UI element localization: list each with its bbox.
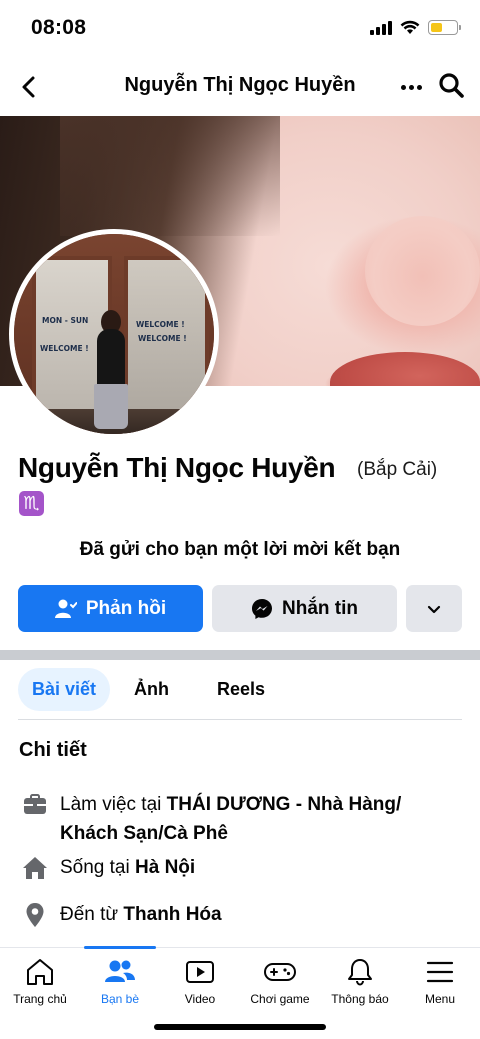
detail-lives: Sống tại Hà Nội xyxy=(22,853,195,882)
scorpio-icon: ♏ xyxy=(19,491,44,516)
wifi-icon xyxy=(400,20,420,34)
friends-icon xyxy=(105,960,135,982)
avatar-sign: WELCOME ! xyxy=(136,320,185,329)
bell-icon xyxy=(348,959,372,986)
alternate-name: (Bắp Cải) xyxy=(357,459,438,480)
location-pin-icon xyxy=(26,903,44,927)
nav-home[interactable]: Trang chủ xyxy=(0,948,80,1018)
more-horizontal-icon[interactable] xyxy=(396,72,426,102)
tab-reels[interactable]: Reels xyxy=(203,668,279,711)
nav-label: Video xyxy=(184,992,216,1006)
messenger-icon xyxy=(252,598,272,619)
nav-gaming[interactable]: Chơi game xyxy=(240,948,320,1018)
section-divider xyxy=(0,650,480,660)
nav-friends[interactable]: Bạn bè xyxy=(80,948,160,1018)
message-label: Nhắn tin xyxy=(282,597,358,619)
respond-label: Phản hồi xyxy=(85,597,167,619)
work-prefix: Làm việc tại xyxy=(60,794,167,815)
nav-video[interactable]: Video xyxy=(160,948,240,1018)
nav-label: Menu xyxy=(424,992,456,1006)
home-icon xyxy=(27,959,53,985)
status-time: 08:08 xyxy=(31,16,87,39)
lives-place[interactable]: Hà Nội xyxy=(135,857,195,878)
lives-prefix: Sống tại xyxy=(60,857,135,878)
from-place[interactable]: Thanh Hóa xyxy=(123,904,221,925)
nav-label: Chơi game xyxy=(250,992,310,1006)
details-title: Chi tiết xyxy=(19,739,87,761)
battery-icon xyxy=(428,20,461,35)
nav-label: Bạn bè xyxy=(100,992,140,1006)
signal-icon xyxy=(370,20,392,35)
gaming-icon xyxy=(264,963,296,981)
profile-name: Nguyễn Thị Ngọc Huyền xyxy=(18,452,336,483)
avatar-sign: WELCOME ! xyxy=(138,334,187,343)
nav-notifications[interactable]: Thông báo xyxy=(320,948,400,1018)
profile-tabs: Bài viết Ảnh Reels xyxy=(18,668,279,711)
tab-posts[interactable]: Bài viết xyxy=(18,668,111,711)
from-prefix: Đến từ xyxy=(60,904,124,925)
detail-work: Làm việc tại THÁI DƯƠNG - Nhà Hàng/ Khác… xyxy=(22,790,452,848)
search-icon[interactable] xyxy=(436,70,466,100)
status-bar: 08:08 xyxy=(0,0,480,58)
home-indicator xyxy=(154,1024,326,1030)
respond-button[interactable]: Phản hồi xyxy=(18,585,203,632)
avatar-sign: WELCOME ! xyxy=(40,344,89,353)
video-icon xyxy=(186,961,214,983)
avatar-image: MON - SUN WELCOME ! WELCOME ! WELCOME ! xyxy=(14,234,214,434)
status-icons xyxy=(370,20,461,35)
briefcase-icon xyxy=(24,794,46,814)
nav-label: Thông báo xyxy=(331,992,389,1006)
avatar-sign: MON - SUN xyxy=(42,316,89,325)
chevron-down-icon xyxy=(427,605,441,613)
person-check-icon xyxy=(54,599,77,618)
more-options-button[interactable] xyxy=(406,585,462,632)
nav-label: Trang chủ xyxy=(13,992,67,1006)
top-nav: Nguyễn Thị Ngọc Huyền xyxy=(0,58,480,116)
friend-request-text: Đã gửi cho bạn một lời mời kết bạn xyxy=(79,539,401,560)
avatar[interactable]: MON - SUN WELCOME ! WELCOME ! WELCOME ! xyxy=(9,229,219,439)
nav-menu[interactable]: Menu xyxy=(400,948,480,1018)
tab-photos[interactable]: Ảnh xyxy=(120,668,183,711)
divider xyxy=(18,719,462,720)
message-button[interactable]: Nhắn tin xyxy=(212,585,397,632)
home-icon xyxy=(23,857,47,879)
menu-icon xyxy=(426,961,454,983)
detail-from: Đến từ Thanh Hóa xyxy=(22,900,222,929)
